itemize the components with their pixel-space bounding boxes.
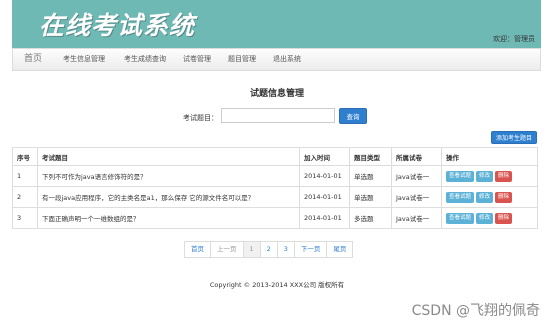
page-next-link[interactable]: 下一页 bbox=[293, 241, 328, 258]
cell-actions: 查看试题 修改 删除 bbox=[441, 186, 538, 208]
column-header-paper: 所属试卷 bbox=[391, 147, 442, 166]
table-header-row: 序号 考试题目 加入时间 题目类型 所属试卷 操作 bbox=[12, 147, 538, 166]
cell-type: 单选题 bbox=[349, 165, 392, 187]
search-label: 考试题目： bbox=[183, 114, 218, 122]
page-title: 试题信息管理 bbox=[249, 89, 304, 99]
cell-no: 3 bbox=[12, 207, 38, 229]
page-first-link[interactable]: 首页 bbox=[184, 241, 211, 258]
cell-no: 2 bbox=[12, 186, 38, 208]
column-header-type: 题目类型 bbox=[349, 147, 392, 166]
column-header-no: 序号 bbox=[12, 147, 38, 166]
welcome-text: 欢迎：管理员 bbox=[493, 35, 535, 43]
delete-question-button[interactable]: 删除 bbox=[495, 170, 513, 182]
nav-item-logout[interactable]: 退出系统 bbox=[273, 49, 301, 70]
delete-question-button[interactable]: 删除 bbox=[495, 191, 513, 203]
cell-question: 下列不可作为java语言修饰符的是？ bbox=[37, 165, 300, 187]
delete-question-button[interactable]: 删除 bbox=[495, 212, 513, 224]
cell-question: 有一段java应用程序，它的主类名是a1，那么保存 它的源文件名可以是？ bbox=[37, 186, 300, 208]
cell-paper: Java试卷一 bbox=[391, 207, 442, 229]
edit-question-button[interactable]: 修改 bbox=[476, 212, 494, 224]
cell-date: 2014-01-01 bbox=[299, 165, 350, 187]
top-nav: 首页 考生信息管理 考生成绩查询 试卷管理 题目管理 退出系统 bbox=[12, 48, 541, 71]
nav-item-score-query[interactable]: 考生成绩查询 bbox=[124, 49, 166, 70]
table-row: 3 下面正确声明一个一维数组的是？ 2014-01-01 多选题 Java试卷一… bbox=[12, 207, 538, 229]
cell-question: 下面正确声明一个一维数组的是？ bbox=[37, 207, 300, 229]
cell-type: 多选题 bbox=[349, 207, 392, 229]
page-2-link[interactable]: 2 bbox=[259, 241, 278, 258]
app-logo: 在线考试系统 bbox=[39, 11, 196, 40]
table-row: 2 有一段java应用程序，它的主类名是a1，那么保存 它的源文件名可以是？ 2… bbox=[12, 186, 538, 208]
cell-date: 2014-01-01 bbox=[299, 207, 350, 229]
app-header: 在线考试系统 欢迎：管理员 bbox=[12, 0, 541, 48]
view-question-button[interactable]: 查看试题 bbox=[446, 170, 475, 182]
view-question-button[interactable]: 查看试题 bbox=[446, 212, 475, 224]
page-last-link[interactable]: 尾页 bbox=[326, 241, 354, 258]
nav-item-home[interactable]: 首页 bbox=[24, 49, 42, 70]
search-input[interactable] bbox=[221, 108, 335, 123]
nav-item-student-info[interactable]: 考生信息管理 bbox=[63, 49, 105, 70]
view-question-button[interactable]: 查看试题 bbox=[446, 191, 475, 203]
nav-item-paper-manage[interactable]: 试卷管理 bbox=[183, 49, 211, 70]
cell-actions: 查看试题 修改 删除 bbox=[441, 165, 538, 187]
column-header-question: 考试题目 bbox=[37, 147, 300, 166]
add-question-button[interactable]: 添加考生题目 bbox=[491, 131, 537, 144]
cell-no: 1 bbox=[12, 165, 38, 187]
cell-date: 2014-01-01 bbox=[299, 186, 350, 208]
copyright-footer: Copyright © 2013-2014 XXX公司 版权所有 bbox=[209, 281, 345, 289]
csdn-watermark: CSDN @飞翔的佩奇 bbox=[411, 303, 540, 319]
question-table: 序号 考试题目 加入时间 题目类型 所属试卷 操作 1 下列不可作为java语言… bbox=[12, 147, 538, 229]
cell-type: 单选题 bbox=[349, 186, 392, 208]
cell-actions: 查看试题 修改 删除 bbox=[441, 207, 538, 229]
page-3-link[interactable]: 3 bbox=[276, 241, 295, 258]
cell-paper: Java试卷一 bbox=[391, 186, 442, 208]
search-button[interactable]: 查询 bbox=[339, 108, 367, 124]
column-header-date: 加入时间 bbox=[299, 147, 350, 166]
page-1-link[interactable]: 1 bbox=[242, 241, 261, 258]
nav-item-question-manage[interactable]: 题目管理 bbox=[228, 49, 256, 70]
edit-question-button[interactable]: 修改 bbox=[476, 170, 494, 182]
column-header-actions: 操作 bbox=[441, 147, 538, 166]
edit-question-button[interactable]: 修改 bbox=[476, 191, 494, 203]
table-row: 1 下列不可作为java语言修饰符的是？ 2014-01-01 单选题 Java… bbox=[12, 165, 538, 187]
page-prev-link[interactable]: 上一页 bbox=[210, 241, 244, 258]
pagination: 首页 上一页 1 2 3 下一页 尾页 bbox=[184, 241, 354, 258]
cell-paper: Java试卷一 bbox=[391, 165, 442, 187]
